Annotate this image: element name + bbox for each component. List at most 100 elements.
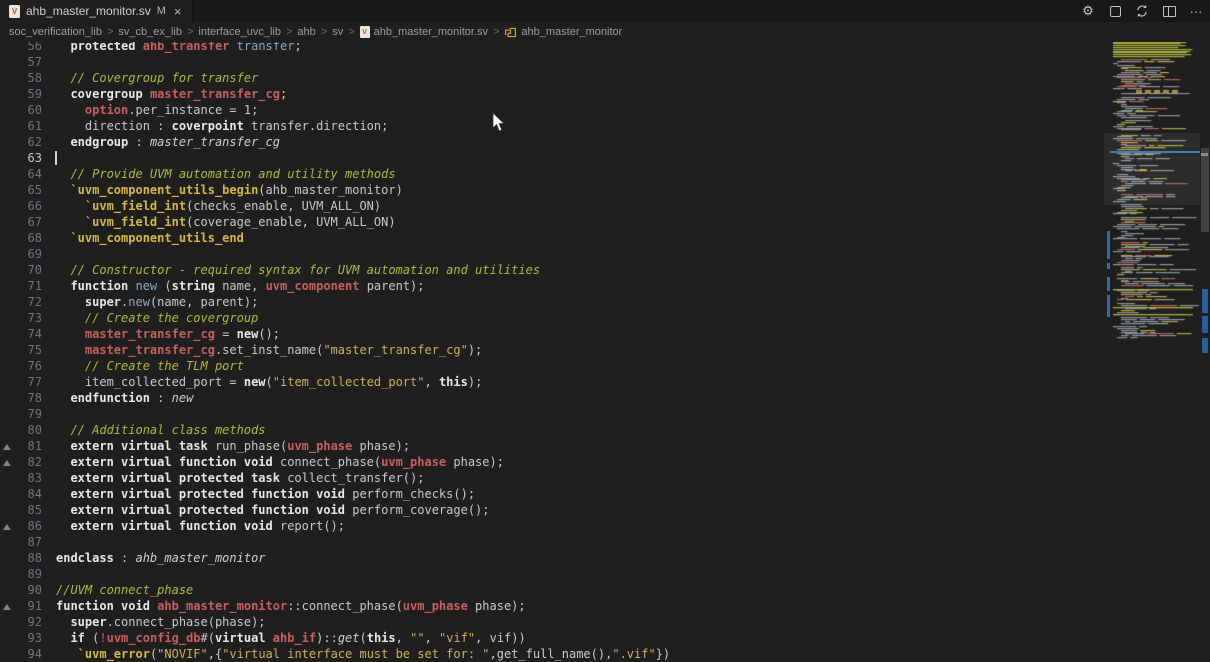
line-number[interactable]: 86 <box>16 518 42 534</box>
line-number[interactable]: 87 <box>16 534 42 550</box>
line-number[interactable]: 80 <box>16 422 42 438</box>
line-number[interactable]: 59 <box>16 86 42 102</box>
breadcrumb-item[interactable]: Vahb_master_monitor.sv <box>360 26 488 38</box>
code-line[interactable]: 68 `uvm_component_utils_end <box>0 230 1106 246</box>
code-line[interactable]: 83 extern virtual protected task collect… <box>0 470 1106 486</box>
line-number[interactable]: 76 <box>16 358 42 374</box>
code-line[interactable]: 64 // Provide UVM automation and utility… <box>0 166 1106 182</box>
code-line[interactable]: 85 extern virtual protected function voi… <box>0 502 1106 518</box>
code-line[interactable]: 89 <box>0 566 1106 582</box>
line-number[interactable]: 58 <box>16 70 42 86</box>
minimap-slider[interactable] <box>1104 133 1200 205</box>
breadcrumb-item[interactable]: ahb <box>297 26 315 38</box>
line-number[interactable]: 57 <box>16 54 42 70</box>
line-number[interactable]: 83 <box>16 470 42 486</box>
code-line[interactable]: 67 `uvm_field_int(coverage_enable, UVM_A… <box>0 214 1106 230</box>
line-number[interactable]: 67 <box>16 214 42 230</box>
breadcrumb-item[interactable]: soc_verification_lib <box>9 26 102 38</box>
line-number[interactable]: 91 <box>16 598 42 614</box>
code-text <box>42 406 56 422</box>
gutter-decoration <box>0 278 16 294</box>
box-icon[interactable] <box>1107 3 1123 19</box>
code-line[interactable]: 93 if (!uvm_config_db#(virtual ahb_if)::… <box>0 630 1106 646</box>
code-line[interactable]: 74 master_transfer_cg = new(); <box>0 326 1106 342</box>
line-number[interactable]: 77 <box>16 374 42 390</box>
code-line[interactable]: 88endclass : ahb_master_monitor <box>0 550 1106 566</box>
tab-ahb-master-monitor[interactable]: V ahb_master_monitor.sv M × <box>0 0 193 22</box>
line-number[interactable]: 64 <box>16 166 42 182</box>
code-line[interactable]: 82 extern virtual function void connect_… <box>0 454 1106 470</box>
code-line[interactable]: 92 super.connect_phase(phase); <box>0 614 1106 630</box>
breadcrumb-item[interactable]: interface_uvc_lib <box>198 26 281 38</box>
code-line[interactable]: 65 `uvm_component_utils_begin(ahb_master… <box>0 182 1106 198</box>
line-number[interactable]: 89 <box>16 566 42 582</box>
code-line[interactable]: 61 direction : coverpoint transfer.direc… <box>0 118 1106 134</box>
line-number[interactable]: 84 <box>16 486 42 502</box>
code-line[interactable]: 86 extern virtual function void report()… <box>0 518 1106 534</box>
overview-ruler[interactable] <box>1200 22 1210 660</box>
code-line[interactable]: 63 <box>0 150 1106 166</box>
code-editor[interactable]: 56 protected ahb_transfer transfer;5758 … <box>0 38 1106 662</box>
breadcrumb-item[interactable]: sv_cb_ex_lib <box>118 26 182 38</box>
line-number[interactable]: 70 <box>16 262 42 278</box>
code-line[interactable]: 57 <box>0 54 1106 70</box>
code-line[interactable]: 91function void ahb_master_monitor::conn… <box>0 598 1106 614</box>
code-line[interactable]: 66 `uvm_field_int(checks_enable, UVM_ALL… <box>0 198 1106 214</box>
gutter-decoration <box>0 86 16 102</box>
line-number[interactable]: 71 <box>16 278 42 294</box>
gutter-decoration <box>0 598 16 614</box>
scrollbar-thumb[interactable] <box>1201 148 1209 232</box>
code-line[interactable]: 84 extern virtual protected function voi… <box>0 486 1106 502</box>
code-line[interactable]: 69 <box>0 246 1106 262</box>
line-number[interactable]: 75 <box>16 342 42 358</box>
line-number[interactable]: 82 <box>16 454 42 470</box>
code-line[interactable]: 90//UVM connect_phase <box>0 582 1106 598</box>
line-number[interactable]: 79 <box>16 406 42 422</box>
line-number[interactable]: 63 <box>16 150 42 166</box>
line-number[interactable]: 93 <box>16 630 42 646</box>
code-line[interactable]: 76 // Create the TLM port <box>0 358 1106 374</box>
line-number[interactable]: 92 <box>16 614 42 630</box>
breadcrumb-item[interactable]: ahb_master_monitor <box>504 26 622 39</box>
line-number[interactable]: 78 <box>16 390 42 406</box>
code-line[interactable]: 60 option.per_instance = 1; <box>0 102 1106 118</box>
gutter-decoration <box>0 166 16 182</box>
line-number[interactable]: 66 <box>16 198 42 214</box>
line-number[interactable]: 90 <box>16 582 42 598</box>
line-number[interactable]: 68 <box>16 230 42 246</box>
code-line[interactable]: 59 covergroup master_transfer_cg; <box>0 86 1106 102</box>
text-cursor <box>55 151 57 165</box>
code-line[interactable]: 77 item_collected_port = new("item_colle… <box>0 374 1106 390</box>
gear-icon[interactable]: ⚙ <box>1080 3 1096 19</box>
line-number[interactable]: 85 <box>16 502 42 518</box>
code-line[interactable]: 72 super.new(name, parent); <box>0 294 1106 310</box>
code-line[interactable]: 62 endgroup : master_transfer_cg <box>0 134 1106 150</box>
line-number[interactable]: 60 <box>16 102 42 118</box>
code-line[interactable]: 80 // Additional class methods <box>0 422 1106 438</box>
line-number[interactable]: 88 <box>16 550 42 566</box>
line-number[interactable]: 74 <box>16 326 42 342</box>
line-number[interactable]: 61 <box>16 118 42 134</box>
code-line[interactable]: 58 // Covergroup for transfer <box>0 70 1106 86</box>
line-number[interactable]: 65 <box>16 182 42 198</box>
code-line[interactable]: 70 // Constructor - required syntax for … <box>0 262 1106 278</box>
line-number[interactable]: 72 <box>16 294 42 310</box>
split-editor-icon[interactable] <box>1161 3 1177 19</box>
breadcrumb-item[interactable]: sv <box>332 26 343 38</box>
line-number[interactable]: 81 <box>16 438 42 454</box>
line-number[interactable]: 73 <box>16 310 42 326</box>
sync-arrows-icon[interactable] <box>1134 3 1150 19</box>
line-number[interactable]: 69 <box>16 246 42 262</box>
code-line[interactable]: 81 extern virtual task run_phase(uvm_pha… <box>0 438 1106 454</box>
line-number[interactable]: 62 <box>16 134 42 150</box>
more-actions-icon[interactable]: ··· <box>1188 3 1204 19</box>
code-line[interactable]: 73 // Create the covergroup <box>0 310 1106 326</box>
code-line[interactable]: 79 <box>0 406 1106 422</box>
gutter-decoration <box>0 518 16 534</box>
code-line[interactable]: 75 master_transfer_cg.set_inst_name("mas… <box>0 342 1106 358</box>
close-icon[interactable]: × <box>174 5 182 18</box>
code-line[interactable]: 78 endfunction : new <box>0 390 1106 406</box>
code-line[interactable]: 87 <box>0 534 1106 550</box>
code-line[interactable]: 71 function new (string name, uvm_compon… <box>0 278 1106 294</box>
code-text: function new (string name, uvm_component… <box>42 278 425 294</box>
